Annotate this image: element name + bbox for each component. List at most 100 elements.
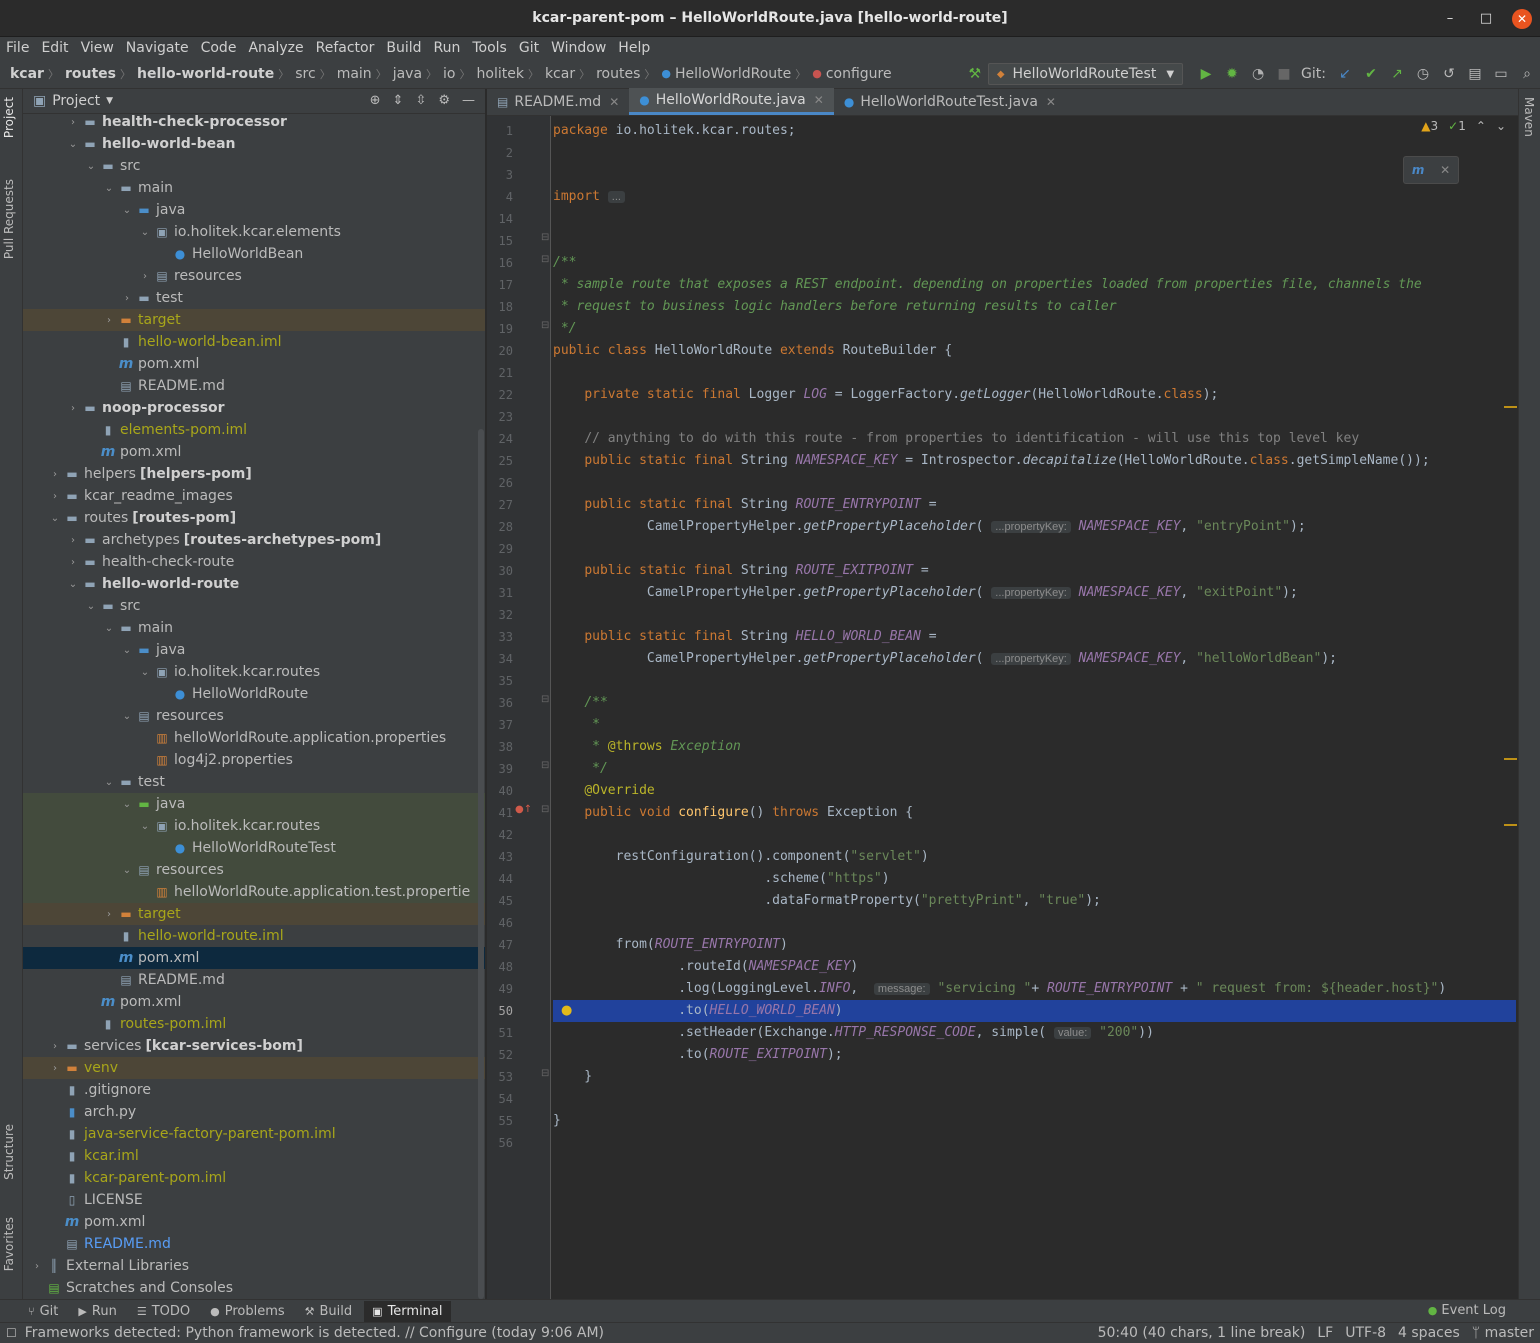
- tree-item[interactable]: ● HelloWorldRouteTest: [23, 837, 485, 859]
- close-icon[interactable]: ✕: [609, 95, 619, 109]
- code-line[interactable]: public static final String NAMESPACE_KEY…: [553, 450, 1429, 472]
- git-branch[interactable]: ᛘ master: [1472, 1325, 1534, 1341]
- breadcrumb-item[interactable]: java: [393, 66, 422, 82]
- chevron-right-icon[interactable]: ›: [47, 1063, 63, 1074]
- chevron-right-icon[interactable]: ›: [65, 557, 81, 568]
- caret-position[interactable]: 50:40 (40 chars, 1 line break): [1098, 1325, 1306, 1341]
- tree-item[interactable]: ▥ log4j2.properties: [23, 749, 485, 771]
- code-line[interactable]: CamelPropertyHelper.getPropertyPlacehold…: [553, 648, 1337, 670]
- code-line[interactable]: * @throws Exception: [553, 736, 741, 758]
- chevron-right-icon[interactable]: ›: [29, 1261, 45, 1272]
- menu-build[interactable]: Build: [386, 40, 421, 56]
- tree-item[interactable]: ⌄ ▣ io.holitek.kcar.routes: [23, 815, 485, 837]
- chevron-down-icon[interactable]: ⌄: [83, 601, 99, 612]
- minimize-button[interactable]: –: [1440, 9, 1460, 29]
- tree-item[interactable]: m pom.xml: [23, 991, 485, 1013]
- chevron-down-icon[interactable]: ⌄: [101, 777, 117, 788]
- tree-item[interactable]: › ▬ helpers [helpers-pom]: [23, 463, 485, 485]
- code-line[interactable]: private static final Logger LOG = Logger…: [553, 384, 1218, 406]
- tree-item[interactable]: ▮ elements-pom.iml: [23, 419, 485, 441]
- code-line[interactable]: *: [553, 714, 600, 736]
- chevron-down-icon[interactable]: ⌄: [65, 579, 81, 590]
- code-line[interactable]: }: [553, 1066, 592, 1088]
- expand-all-icon[interactable]: ⇕: [393, 93, 404, 108]
- tree-item[interactable]: ▮ java-service-factory-parent-pom.iml: [23, 1123, 485, 1145]
- code-line[interactable]: * sample route that exposes a REST endpo…: [553, 274, 1422, 296]
- menu-navigate[interactable]: Navigate: [126, 40, 189, 56]
- chevron-down-icon[interactable]: ⌄: [101, 183, 117, 194]
- tree-item[interactable]: ▤ README.md: [23, 1233, 485, 1255]
- search-icon[interactable]: ⌕: [1514, 66, 1540, 82]
- menu-file[interactable]: File: [6, 40, 29, 56]
- fold-marker-icon[interactable]: ⊟: [541, 760, 549, 771]
- tree-item[interactable]: ▤ README.md: [23, 969, 485, 991]
- tool-window-terminal[interactable]: ▣ Terminal: [364, 1300, 451, 1322]
- event-log-button[interactable]: ● Event Log: [1428, 1303, 1506, 1318]
- hide-icon[interactable]: —: [462, 93, 475, 108]
- code-line[interactable]: from(ROUTE_ENTRYPOINT): [553, 934, 788, 956]
- chevron-right-icon[interactable]: ›: [47, 1041, 63, 1052]
- project-tool-tab[interactable]: Project: [2, 97, 16, 138]
- build-hammer-icon[interactable]: ⚒: [962, 66, 988, 82]
- git-push-icon[interactable]: ↗: [1384, 66, 1410, 82]
- collapse-all-icon[interactable]: ⇳: [415, 93, 426, 108]
- warning-stripe[interactable]: [1504, 406, 1517, 408]
- tree-item[interactable]: ⌄ ▬ test: [23, 771, 485, 793]
- breadcrumb-item[interactable]: HelloWorldRoute: [675, 66, 791, 82]
- tree-item[interactable]: ⌄ ▬ java: [23, 199, 485, 221]
- gear-icon[interactable]: ⚙: [438, 93, 450, 108]
- close-icon[interactable]: ✕: [1046, 95, 1056, 109]
- code-line[interactable]: .to(HELLO_WORLD_BEAN): [553, 1000, 1516, 1022]
- inspection-indicator[interactable]: ▲3 ✓1 ⌃ ⌄: [1421, 119, 1506, 133]
- chevron-right-icon[interactable]: ›: [101, 315, 117, 326]
- line-separator[interactable]: LF: [1317, 1325, 1333, 1341]
- breadcrumb-item[interactable]: configure: [826, 66, 892, 82]
- close-button[interactable]: ✕: [1512, 9, 1532, 29]
- tree-item[interactable]: ▥ helloWorldRoute.application.test.proper…: [23, 881, 485, 903]
- close-icon[interactable]: ✕: [1440, 163, 1450, 177]
- code-line[interactable]: @Override: [553, 780, 654, 802]
- code-line[interactable]: .log(LoggingLevel.INFO, message: "servic…: [553, 978, 1446, 1000]
- chevron-right-icon[interactable]: ›: [101, 909, 117, 920]
- tree-item[interactable]: ▮ .gitignore: [23, 1079, 485, 1101]
- code-line[interactable]: public void configure() throws Exception…: [553, 802, 913, 824]
- tree-item[interactable]: ⌄ ▣ io.holitek.kcar.routes: [23, 661, 485, 683]
- chevron-down-icon[interactable]: ⌄: [101, 623, 117, 634]
- tree-item[interactable]: › ▬ health-check-processor: [23, 111, 485, 133]
- chevron-down-icon[interactable]: ⌄: [65, 139, 81, 150]
- tree-item[interactable]: › ▬ noop-processor: [23, 397, 485, 419]
- code-line[interactable]: public class HelloWorldRoute extends Rou…: [553, 340, 952, 362]
- tree-item[interactable]: › ▬ archetypes [routes-archetypes-pom]: [23, 529, 485, 551]
- code-line[interactable]: CamelPropertyHelper.getPropertyPlacehold…: [553, 516, 1306, 538]
- tree-item[interactable]: ▥ helloWorldRoute.application.properties: [23, 727, 485, 749]
- breadcrumb-item[interactable]: kcar: [10, 66, 44, 82]
- chevron-down-icon[interactable]: ⌄: [137, 821, 153, 832]
- tree-item[interactable]: ⌄ ▬ hello-world-bean: [23, 133, 485, 155]
- code-line[interactable]: }: [553, 1110, 561, 1132]
- code-line[interactable]: public static final String ROUTE_ENTRYPO…: [553, 494, 936, 516]
- chevron-right-icon[interactable]: ›: [47, 491, 63, 502]
- warning-stripe[interactable]: [1504, 758, 1517, 760]
- history-icon[interactable]: ◷: [1410, 66, 1436, 82]
- tree-item[interactable]: › ▬ target: [23, 903, 485, 925]
- tree-item[interactable]: ● HelloWorldRoute: [23, 683, 485, 705]
- menu-edit[interactable]: Edit: [41, 40, 68, 56]
- tool-window-todo[interactable]: ☰ TODO: [137, 1304, 190, 1319]
- project-structure-icon[interactable]: ▤: [1462, 66, 1488, 82]
- tree-item[interactable]: › ▬ target: [23, 309, 485, 331]
- fold-marker-icon[interactable]: ⊟: [541, 1068, 549, 1079]
- chevron-down-icon[interactable]: ⌄: [119, 799, 135, 810]
- tree-item[interactable]: ▮ hello-world-route.iml: [23, 925, 485, 947]
- chevron-right-icon[interactable]: ›: [65, 403, 81, 414]
- tree-item[interactable]: m pom.xml: [23, 441, 485, 463]
- tree-item[interactable]: ▮ hello-world-bean.iml: [23, 331, 485, 353]
- code-area[interactable]: package io.holitek.kcar.routes; import ..…: [553, 116, 1516, 1299]
- coverage-icon[interactable]: ◔: [1245, 66, 1271, 82]
- tree-item[interactable]: ● HelloWorldBean: [23, 243, 485, 265]
- project-scrollbar[interactable]: [478, 429, 484, 1299]
- status-message[interactable]: Frameworks detected: Python framework is…: [25, 1325, 604, 1341]
- chevron-down-icon[interactable]: ⌄: [47, 513, 63, 524]
- tree-item[interactable]: ▤ Scratches and Consoles: [23, 1277, 485, 1299]
- tool-window-problems[interactable]: ● Problems: [210, 1304, 285, 1319]
- menu-analyze[interactable]: Analyze: [248, 40, 303, 56]
